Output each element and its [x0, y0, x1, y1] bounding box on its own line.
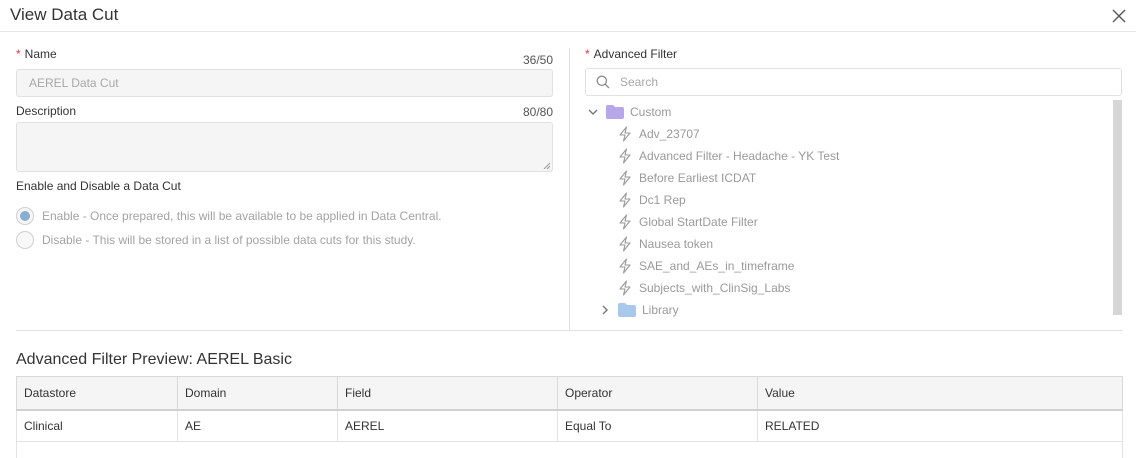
chevron-right-icon[interactable]: [599, 304, 611, 316]
filter-search-input[interactable]: [620, 75, 1100, 89]
radio-selected-dot: [20, 211, 30, 221]
tree-item-label: SAE_and_AEs_in_timeframe: [639, 259, 795, 273]
disable-radio-option[interactable]: Disable - This will be stored in a list …: [16, 231, 416, 249]
description-textarea[interactable]: [16, 122, 553, 172]
preview-title: Advanced Filter Preview: AEREL Basic: [16, 351, 292, 368]
folder-icon: [606, 105, 624, 119]
column-header-value: Value: [757, 376, 1123, 411]
table-cell: RELATED: [757, 409, 1123, 442]
table-header-row: Datastore Domain Field Operator Value: [16, 376, 1123, 411]
advanced-filter-panel: *Advanced Filter Custom Adv_23707 Advanc…: [585, 32, 1122, 330]
tree-item[interactable]: Nausea token: [618, 233, 713, 255]
dialog-header: View Data Cut: [0, 0, 1136, 32]
tree-item[interactable]: Global StartDate Filter: [618, 211, 758, 233]
enable-section-label: Enable and Disable a Data Cut: [16, 179, 181, 193]
table-cell: AEREL: [337, 409, 558, 442]
tree-folder-library[interactable]: Library: [599, 299, 679, 320]
lightning-icon: [619, 126, 631, 142]
column-header-operator: Operator: [557, 376, 758, 411]
table-cell: AE: [177, 409, 338, 442]
tree-folder-label: Custom: [630, 105, 672, 119]
table-empty-cell: [16, 441, 1123, 458]
tree-item-label: Dc1 Rep: [639, 193, 686, 207]
tree-item[interactable]: SAE_and_AEs_in_timeframe: [618, 255, 794, 277]
column-header-datastore: Datastore: [16, 376, 178, 411]
enable-radio-option[interactable]: Enable - Once prepared, this will be ava…: [16, 207, 442, 225]
filter-search-box[interactable]: [585, 68, 1122, 96]
required-marker: *: [585, 47, 590, 61]
section-divider: [16, 330, 1122, 331]
tree-item-label: Global StartDate Filter: [639, 215, 758, 229]
disable-radio[interactable]: [16, 231, 34, 249]
dialog-title: View Data Cut: [10, 5, 119, 24]
column-divider: [569, 48, 570, 330]
tree-item[interactable]: Adv_23707: [618, 123, 700, 145]
name-counter: 36/50: [522, 53, 553, 67]
tree-item[interactable]: Subjects_with_ClinSig_Labs: [618, 277, 790, 299]
tree-folder-label: Library: [642, 303, 679, 317]
disable-radio-label: Disable - This will be stored in a list …: [42, 233, 416, 247]
enable-radio-label: Enable - Once prepared, this will be ava…: [42, 209, 442, 223]
filter-tree: Custom Adv_23707 Advanced Filter - Heada…: [585, 100, 1122, 320]
column-header-domain: Domain: [177, 376, 338, 411]
tree-folder-custom[interactable]: Custom: [587, 101, 671, 123]
lightning-icon: [619, 258, 631, 274]
column-header-field: Field: [337, 376, 558, 411]
tree-item-label: Subjects_with_ClinSig_Labs: [639, 281, 791, 295]
table-row: Clinical AE AEREL Equal To RELATED: [16, 409, 1123, 442]
advanced-filter-label: * Advanced Filter: [585, 47, 678, 61]
table-cell: Equal To: [557, 409, 758, 442]
description-label: Description: [16, 104, 77, 118]
lightning-icon: [619, 192, 631, 208]
lightning-icon: [619, 214, 631, 230]
name-input-value: AEREL Data Cut: [29, 76, 119, 90]
tree-item-label: Nausea token: [639, 237, 714, 251]
tree-item[interactable]: Before Earliest ICDAT: [618, 167, 756, 189]
enable-radio[interactable]: [16, 207, 34, 225]
resize-handle-icon[interactable]: [543, 162, 550, 169]
name-input[interactable]: AEREL Data Cut: [16, 69, 553, 97]
tree-item-label: Adv_23707: [639, 127, 700, 141]
tree-item[interactable]: Dc1 Rep: [618, 189, 686, 211]
lightning-icon: [619, 170, 631, 186]
table-cell: Clinical: [16, 409, 178, 442]
tree-item[interactable]: Advanced Filter - Headache - YK Test: [618, 145, 839, 167]
data-cut-form: * Name 36/50 AEREL Data Cut Description 8…: [16, 32, 553, 330]
tree-item-label: Advanced Filter - Headache - YK Test: [639, 149, 840, 163]
lightning-icon: [619, 236, 631, 252]
table-empty-row: [16, 441, 1123, 458]
required-marker: *: [16, 47, 21, 61]
preview-table: Datastore Domain Field Operator Value Cl…: [16, 376, 1123, 458]
lightning-icon: [619, 148, 631, 164]
folder-icon: [618, 303, 636, 317]
name-label: * Name: [16, 47, 57, 61]
description-counter: 80/80: [522, 105, 553, 119]
tree-scrollbar[interactable]: [1113, 100, 1122, 315]
close-icon[interactable]: [1110, 7, 1128, 25]
search-icon: [596, 75, 610, 89]
chevron-down-icon[interactable]: [587, 106, 599, 118]
tree-item-label: Before Earliest ICDAT: [639, 171, 757, 185]
lightning-icon: [619, 280, 631, 296]
